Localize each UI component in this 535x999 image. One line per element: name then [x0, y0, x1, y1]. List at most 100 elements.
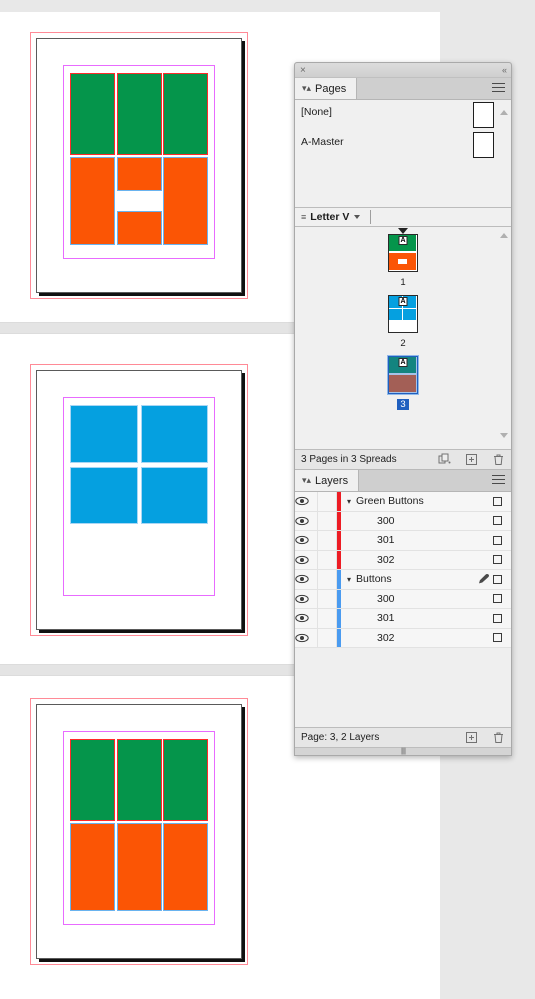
delete-layer-icon[interactable] [492, 731, 505, 744]
page-size-label: Letter V [310, 211, 350, 223]
layers-panel-footer: Page: 3, 2 Layers [295, 727, 511, 747]
hamburger-menu-icon[interactable] [492, 83, 505, 94]
dock-titlebar[interactable]: × « [295, 63, 511, 78]
page-3-block-green[interactable] [163, 739, 208, 822]
lock-toggle-cell[interactable] [317, 589, 337, 608]
layers-list[interactable]: ▾ Green Buttons 300 301 302 ▾ Buttons 300 301 302 [295, 492, 511, 648]
hamburger-menu-icon[interactable] [492, 475, 505, 486]
close-icon[interactable]: × [300, 64, 306, 77]
layer-name-cell[interactable]: 301 [341, 612, 477, 624]
eye-visibility-icon[interactable] [295, 613, 317, 623]
layer-row[interactable]: 301 [295, 609, 511, 629]
layer-row[interactable]: ▾ Buttons [295, 570, 511, 590]
layer-name-label: Green Buttons [356, 495, 424, 508]
tab-layers[interactable]: ▾▴ Layers [295, 470, 360, 491]
page-1-block-orange[interactable] [116, 157, 162, 191]
layer-target-checkbox[interactable] [493, 594, 502, 604]
page-1-block-orange[interactable] [116, 211, 162, 245]
layer-name-cell[interactable]: 302 [341, 632, 477, 644]
layer-target-checkbox[interactable] [493, 535, 502, 545]
pages-tab-row: ▾▴ Pages [295, 78, 511, 100]
pages-scroll-down-icon[interactable] [500, 433, 508, 438]
chevron-down-icon[interactable] [354, 215, 361, 219]
page-thumbnail-item-2[interactable]: A2 [295, 295, 511, 351]
dock-resize-grip[interactable]: |||||| [295, 747, 511, 755]
lock-toggle-cell[interactable] [317, 492, 337, 511]
layer-target-checkbox[interactable] [493, 574, 502, 584]
page-3-block-orange[interactable] [70, 823, 115, 911]
document-page-1[interactable] [30, 32, 248, 299]
chevron-down-icon[interactable]: ▾ [347, 497, 351, 506]
chevron-down-icon[interactable]: ▾ [347, 575, 351, 584]
layer-name-cell[interactable]: 301 [341, 534, 477, 546]
eye-visibility-icon[interactable] [295, 496, 317, 506]
document-page-3[interactable] [30, 698, 248, 965]
layer-name-cell[interactable]: 302 [341, 554, 477, 566]
eye-visibility-icon[interactable] [295, 555, 317, 565]
page-thumbnail-item-1[interactable]: A1 [295, 228, 511, 290]
master-thumbnail-a-master[interactable] [473, 132, 494, 158]
page-1-block-green[interactable] [70, 73, 115, 156]
layer-row[interactable]: 302 [295, 628, 511, 648]
lock-toggle-cell[interactable] [317, 511, 337, 530]
layer-row[interactable]: 300 [295, 589, 511, 609]
layer-row[interactable]: 301 [295, 531, 511, 551]
page-1-block-orange[interactable] [70, 157, 115, 245]
page-2-block-blue[interactable] [140, 466, 208, 525]
lock-toggle-cell[interactable] [317, 609, 337, 628]
layer-target-checkbox[interactable] [493, 633, 502, 643]
page-1-block-green[interactable] [163, 73, 208, 156]
page-size-selector[interactable]: ≡ Letter V [295, 208, 511, 227]
layer-row[interactable]: ▾ Green Buttons [295, 492, 511, 512]
layer-target-checkbox[interactable] [493, 613, 502, 623]
tab-pages[interactable]: ▾▴ Pages [295, 78, 358, 99]
lock-toggle-cell[interactable] [317, 531, 337, 550]
document-page-2[interactable] [30, 364, 248, 636]
tab-pages-label: Pages [315, 82, 347, 95]
eye-visibility-icon[interactable] [295, 516, 317, 526]
lock-toggle-cell[interactable] [317, 628, 337, 647]
master-item-none[interactable]: [None] [295, 100, 511, 130]
page-2-block-blue[interactable] [70, 405, 138, 464]
pen-active-layer-icon [477, 573, 493, 585]
master-badge-1: A [398, 236, 408, 245]
layer-name-cell[interactable]: ▾ Green Buttons [341, 495, 477, 507]
lock-toggle-cell[interactable] [317, 570, 337, 589]
page-thumbnail-item-3[interactable]: A3 [295, 356, 511, 412]
page-thumbnail-3[interactable]: A [388, 356, 418, 394]
page-3-block-green[interactable] [116, 739, 162, 822]
master-item-a-master[interactable]: A-Master [295, 130, 511, 160]
new-page-icon[interactable] [465, 453, 478, 466]
delete-page-icon[interactable] [492, 453, 505, 466]
layer-name-cell[interactable]: 300 [341, 515, 477, 527]
page-1-block-green[interactable] [116, 73, 162, 156]
page-3-block-orange[interactable] [116, 823, 162, 911]
page-thumbnail-2[interactable]: A [388, 295, 418, 333]
eye-visibility-icon[interactable] [295, 535, 317, 545]
master-thumbnail-none[interactable] [473, 102, 494, 128]
collapse-panel-icon[interactable]: « [502, 64, 507, 77]
new-layer-icon[interactable] [465, 731, 478, 744]
layer-row[interactable]: 302 [295, 550, 511, 570]
eye-visibility-icon[interactable] [295, 594, 317, 604]
edit-page-size-icon[interactable] [438, 453, 451, 466]
thumbnail-block [389, 235, 398, 252]
layer-name-label: 301 [377, 534, 395, 547]
eye-visibility-icon[interactable] [295, 574, 317, 584]
layer-name-cell[interactable]: 300 [341, 593, 477, 605]
page-thumbnail-1[interactable]: A [388, 234, 418, 272]
page-3-block-orange[interactable] [163, 823, 208, 911]
scroll-up-icon[interactable] [500, 110, 508, 115]
layer-row[interactable]: 300 [295, 511, 511, 531]
eye-visibility-icon[interactable] [295, 633, 317, 643]
layer-target-checkbox[interactable] [493, 555, 502, 565]
layer-target-checkbox[interactable] [493, 516, 502, 526]
document-pages-list[interactable]: A1A2A3 [295, 227, 511, 449]
page-3-block-green[interactable] [70, 739, 115, 822]
layer-target-checkbox[interactable] [493, 496, 502, 506]
page-2-block-blue[interactable] [140, 405, 208, 464]
page-1-block-orange[interactable] [163, 157, 208, 245]
page-2-block-blue[interactable] [70, 466, 138, 525]
layer-name-cell[interactable]: ▾ Buttons [341, 573, 477, 585]
lock-toggle-cell[interactable] [317, 550, 337, 569]
